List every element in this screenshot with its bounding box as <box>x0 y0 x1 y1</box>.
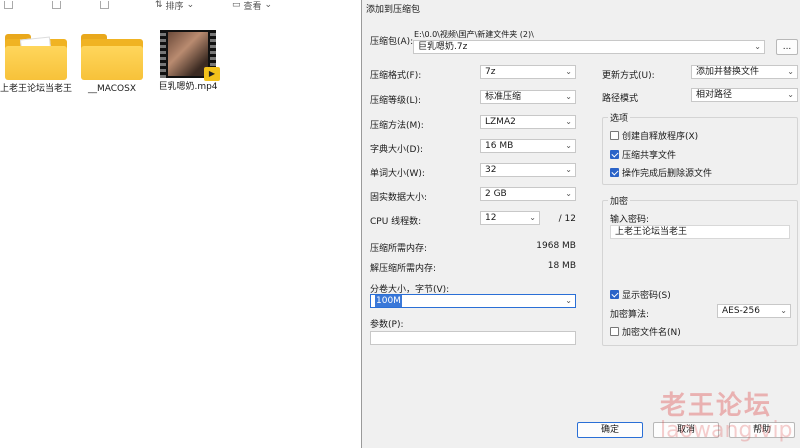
checkbox-box[interactable] <box>610 168 619 177</box>
chevron-down-icon: ⌄ <box>565 141 572 150</box>
compress-shared-checkbox[interactable]: 压缩共享文件 <box>610 148 676 161</box>
watermark-text: 老王论坛 <box>660 391 773 421</box>
delete-icon[interactable] <box>100 1 109 9</box>
chevron-down-icon: ⌄ <box>565 67 572 76</box>
file-item-folder-2[interactable]: __MACOSX <box>76 30 148 95</box>
method-label: 压缩方法(M): <box>370 121 424 131</box>
format-select[interactable]: 7z ⌄ <box>480 65 576 79</box>
chevron-down-icon: ⌄ <box>186 0 195 10</box>
params-input[interactable] <box>370 331 576 345</box>
encryption-method-select[interactable]: AES-256 ⌄ <box>717 304 791 318</box>
checkbox-box[interactable] <box>610 290 619 299</box>
chevron-down-icon: ⌄ <box>565 296 572 305</box>
chevron-down-icon: ⌄ <box>780 306 787 315</box>
compress-memory-value: 1968 MB <box>536 241 576 251</box>
dictionary-select[interactable]: 16 MB ⌄ <box>480 139 576 153</box>
create-sfx-checkbox[interactable]: 创建自释放程序(X) <box>610 129 698 142</box>
dialog-title: 添加到压缩包 <box>366 5 421 15</box>
threads-total: / 12 <box>558 214 576 224</box>
view-button[interactable]: ▭ 查看 ⌄ <box>232 0 273 12</box>
encrypt-filenames-checkbox[interactable]: 加密文件名(N) <box>610 325 681 338</box>
play-badge-icon: ▶ <box>204 67 220 81</box>
file-name: 巨乳嗯奶.mp4 <box>158 82 218 92</box>
chevron-down-icon[interactable]: ⌄ <box>754 41 761 53</box>
checkbox-box[interactable] <box>610 327 619 336</box>
chevron-down-icon: ⌄ <box>565 165 572 174</box>
level-select[interactable]: 标准压缩 ⌄ <box>480 90 576 104</box>
file-name: __MACOSX <box>87 84 136 94</box>
chevron-down-icon: ⌄ <box>565 92 572 101</box>
path-mode-label: 路径模式 <box>602 94 639 104</box>
word-size-label: 单词大小(W): <box>370 169 425 179</box>
view-label: 查看 <box>243 1 262 12</box>
share-icon[interactable] <box>52 1 61 9</box>
show-password-checkbox[interactable]: 显示密码(S) <box>610 288 671 301</box>
ok-button[interactable]: 确定 <box>577 422 643 438</box>
password-input[interactable]: 上老王论坛当老王 <box>610 225 790 239</box>
threads-select[interactable]: 12 ⌄ <box>480 211 540 225</box>
file-item-video[interactable]: ▶ 巨乳嗯奶.mp4 <box>152 30 224 93</box>
sort-button[interactable]: ⇅ 排序 ⌄ <box>155 0 195 12</box>
password-label: 输入密码: <box>610 215 650 225</box>
checkbox-box[interactable] <box>610 131 619 140</box>
archive-label: 压缩包(A): <box>370 37 414 47</box>
word-size-select[interactable]: 32 ⌄ <box>480 163 576 177</box>
checkbox-box[interactable] <box>610 150 619 159</box>
decompress-memory-value: 18 MB <box>547 261 576 271</box>
solid-size-select[interactable]: 2 GB ⌄ <box>480 187 576 201</box>
folder-icon <box>5 30 67 80</box>
solid-size-label: 固实数据大小: <box>370 193 428 203</box>
method-select[interactable]: LZMA2 ⌄ <box>480 115 576 129</box>
folder-icon <box>81 30 143 80</box>
toolbar-icons <box>4 0 109 10</box>
archive-name-combo[interactable]: 巨乳嗯奶.7z ⌄ <box>413 40 765 54</box>
browse-button[interactable]: ... <box>776 39 798 55</box>
path-mode-select[interactable]: 相对路径 ⌄ <box>691 88 798 102</box>
update-mode-label: 更新方式(U): <box>602 71 655 81</box>
chevron-down-icon: ⌄ <box>787 67 794 76</box>
options-group-title: 选项 <box>608 111 631 124</box>
format-label: 压缩格式(F): <box>370 71 422 81</box>
update-mode-select[interactable]: 添加并替换文件 ⌄ <box>691 65 798 79</box>
chevron-down-icon: ⌄ <box>565 117 572 126</box>
file-item-folder-1[interactable]: 上老王论坛当老王 <box>0 30 72 95</box>
chevron-down-icon: ⌄ <box>787 90 794 99</box>
dictionary-label: 字典大小(D): <box>370 145 423 155</box>
sort-icon: ⇅ <box>155 0 163 10</box>
encryption-group-title: 加密 <box>608 194 631 207</box>
video-thumbnail-icon: ▶ <box>160 30 220 81</box>
chevron-down-icon: ⌄ <box>264 0 273 10</box>
file-name: 上老王论坛当老王 <box>0 84 73 94</box>
threads-label: CPU 线程数: <box>370 217 422 227</box>
params-label: 参数(P): <box>370 320 404 330</box>
split-size-combo[interactable]: 100M ⌄ <box>370 294 576 308</box>
add-to-archive-dialog: 添加到压缩包 压缩包(A): E:\0.0\视频\国产\新建文件夹 (2)\ 巨… <box>361 0 800 448</box>
delete-after-checkbox[interactable]: 操作完成后删除源文件 <box>610 166 712 179</box>
archive-path: E:\0.0\视频\国产\新建文件夹 (2)\ <box>414 30 534 39</box>
chevron-down-icon: ⌄ <box>565 189 572 198</box>
archive-name: 巨乳嗯奶.7z <box>418 42 468 52</box>
level-label: 压缩等级(L): <box>370 96 422 106</box>
view-icon: ▭ <box>232 0 241 10</box>
compress-memory-label: 压缩所需内存: <box>370 244 428 254</box>
encryption-method-label: 加密算法: <box>610 310 650 320</box>
sort-label: 排序 <box>165 1 184 12</box>
decompress-memory-label: 解压缩所需内存: <box>370 264 437 274</box>
watermark-url: laowang.vip <box>660 418 793 443</box>
chevron-down-icon: ⌄ <box>529 213 536 222</box>
copy-icon[interactable] <box>4 1 13 9</box>
